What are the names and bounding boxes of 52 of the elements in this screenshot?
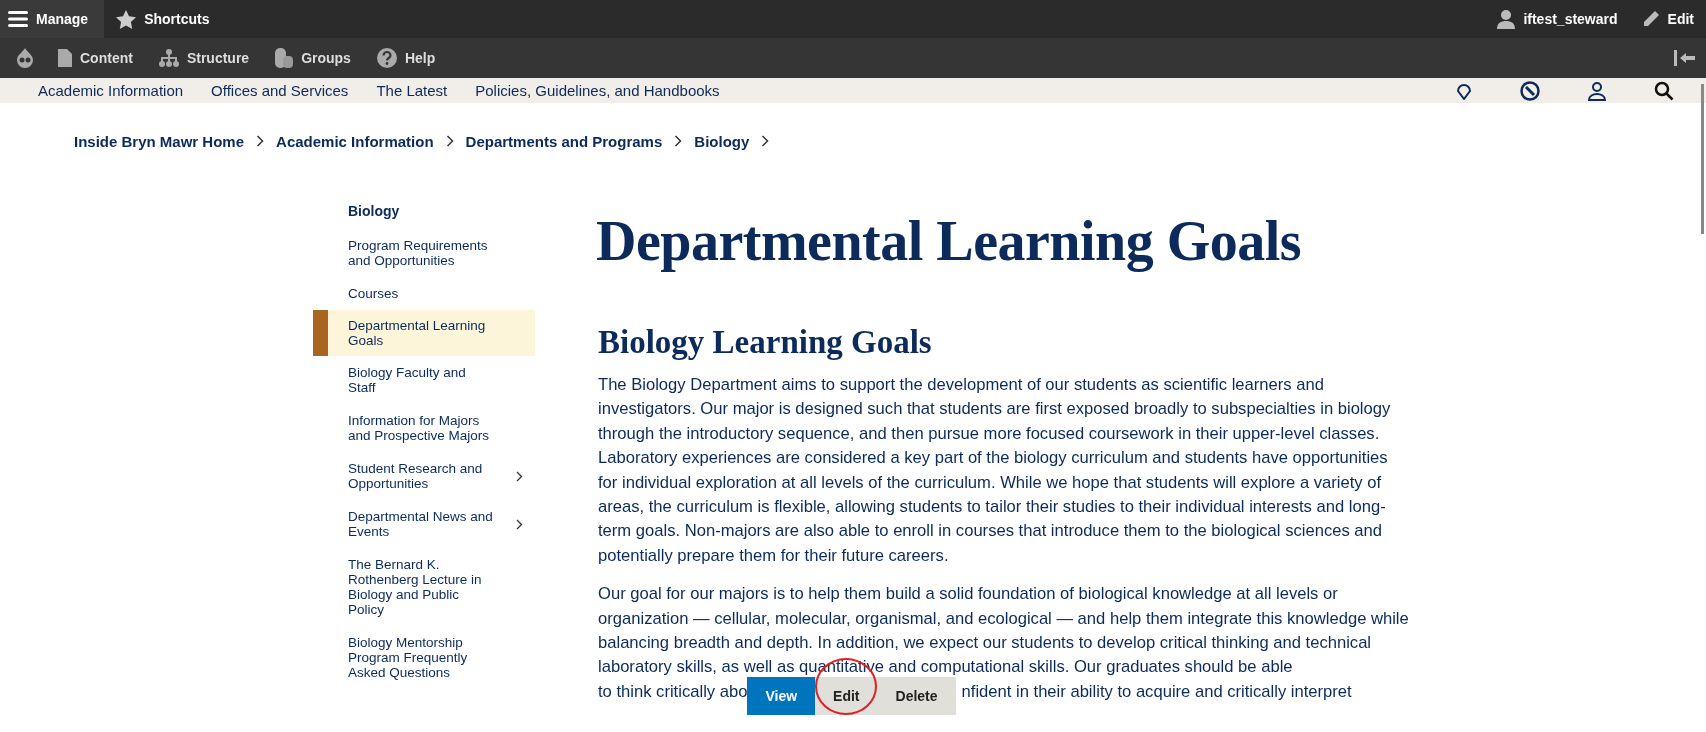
scrollbar[interactable] xyxy=(1701,84,1704,234)
chevron-right-icon xyxy=(445,135,454,147)
paragraph: The Biology Department aims to support the development of our students as scientific learners and investigators. Our major is designed such that students are first exposed broadly to subspecialties in biology through the introductory sequence, and then pursue more focused coursework in their upper-level classes. Laboratory experiences are considered a key part of the biology curriculum and students have opportunities for individual exploration at all levels of the curriculum. While we hope that students will explore a variety of areas, the curriculum is flexible, allowing students to tailor their studies to their individual interests and long-term goals. Non-majors are also able to enroll in courses that introduce them to the biological sciences and potentially prepare them for their future careers. xyxy=(598,374,1392,567)
help-icon xyxy=(376,48,397,68)
manage-button[interactable]: Manage xyxy=(0,0,105,38)
sidebar-item[interactable]: Student Research and Opportunities xyxy=(313,452,535,500)
chevron-right-icon xyxy=(256,135,265,147)
tab[interactable]: Delete xyxy=(877,676,956,715)
map-pin-icon[interactable] xyxy=(1456,81,1472,100)
chevron-right-icon xyxy=(761,135,770,147)
search-icon[interactable] xyxy=(1654,80,1674,101)
sidebar-item[interactable]: The Bernard K. Rothenberg Lecture in Biology and Public Policy xyxy=(313,548,535,626)
collapse-icon[interactable] xyxy=(1674,49,1696,67)
toolbar-item[interactable]: Structure xyxy=(158,49,264,67)
user-icon xyxy=(1497,9,1516,29)
sidebar-item[interactable]: Departmental News and Events xyxy=(313,500,535,548)
text-fragment: nfident in their ability to acquire and critically interpret xyxy=(961,680,1352,703)
sidebar-item[interactable]: Biology Mentorship Program Frequently Asked Questions xyxy=(313,626,535,689)
file-icon xyxy=(58,49,72,67)
nav-link[interactable]: Offices and Services xyxy=(211,82,349,99)
sidebar-item[interactable]: Courses xyxy=(313,277,535,310)
tab[interactable]: View xyxy=(747,676,816,715)
sidebar-heading[interactable]: Biology xyxy=(328,199,535,229)
edit-button[interactable]: Edit xyxy=(1629,0,1706,38)
person-icon[interactable] xyxy=(1588,80,1606,101)
toolbar-item[interactable]: Help xyxy=(376,48,450,68)
nav-link[interactable]: Academic Information xyxy=(38,82,184,99)
breadcrumb-link[interactable]: Academic Information xyxy=(276,132,434,150)
drop-logo-icon[interactable] xyxy=(16,48,34,68)
pencil-icon xyxy=(1641,10,1660,28)
sidebar-item[interactable]: Departmental Learning Goals xyxy=(313,310,535,356)
star-icon xyxy=(116,9,137,29)
breadcrumb-link[interactable]: Inside Bryn Mawr Home xyxy=(74,132,245,150)
user-button[interactable]: iftest_steward xyxy=(1485,0,1630,38)
toolbar-item[interactable]: Content xyxy=(58,49,147,67)
people-icon xyxy=(275,48,294,68)
toolbar-item[interactable]: Groups xyxy=(275,48,365,68)
hierarchy-icon xyxy=(158,49,179,67)
section-heading: Biology Learning Goals xyxy=(598,323,933,361)
sidebar-item[interactable]: Information for Majors and Prospective Majors xyxy=(313,404,535,452)
page-title: Departmental Learning Goals xyxy=(596,209,1303,273)
sidebar-item[interactable]: Program Requirements and Opportunities xyxy=(313,229,535,277)
shortcuts-button[interactable]: Shortcuts xyxy=(104,0,222,38)
breadcrumb-link[interactable]: Departments and Programs xyxy=(465,132,663,150)
text-fragment: to think critically abo xyxy=(598,680,748,703)
tab[interactable]: Edit xyxy=(815,676,878,715)
nav-link[interactable]: Policies, Guidelines, and Handbooks xyxy=(475,82,720,99)
menu-icon xyxy=(8,10,28,28)
nav-link[interactable]: The Latest xyxy=(376,82,448,99)
sidebar-item[interactable]: Biology Faculty and Staff xyxy=(313,356,535,404)
breadcrumb-link[interactable]: Biology xyxy=(694,132,750,150)
chevron-right-icon xyxy=(674,135,683,147)
